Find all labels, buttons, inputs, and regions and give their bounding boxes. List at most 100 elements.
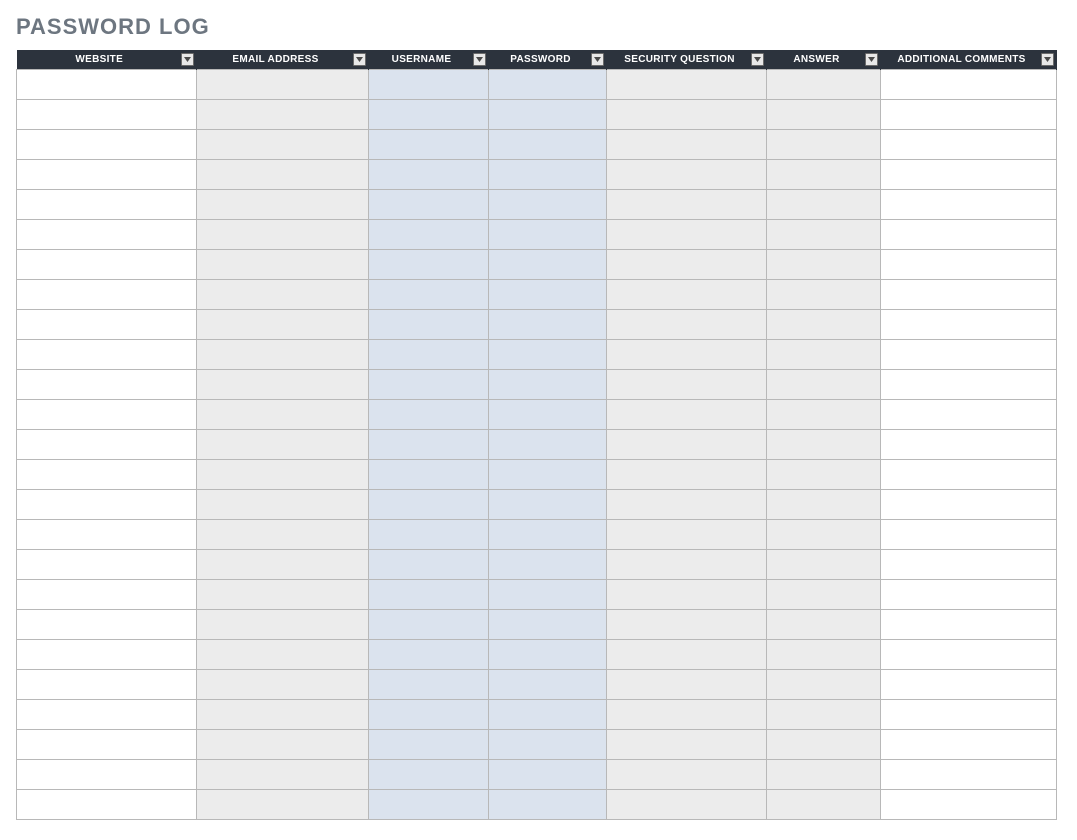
filter-dropdown-icon[interactable] [591, 53, 604, 66]
cell-website[interactable] [17, 309, 197, 339]
cell-secq[interactable] [607, 609, 767, 639]
cell-username[interactable] [369, 99, 489, 129]
cell-website[interactable] [17, 189, 197, 219]
cell-website[interactable] [17, 729, 197, 759]
cell-answer[interactable] [767, 339, 881, 369]
cell-username[interactable] [369, 369, 489, 399]
cell-answer[interactable] [767, 639, 881, 669]
cell-email[interactable] [197, 429, 369, 459]
cell-password[interactable] [489, 129, 607, 159]
cell-answer[interactable] [767, 789, 881, 819]
cell-website[interactable] [17, 69, 197, 99]
cell-username[interactable] [369, 669, 489, 699]
cell-username[interactable] [369, 699, 489, 729]
filter-dropdown-icon[interactable] [865, 53, 878, 66]
cell-comments[interactable] [881, 729, 1057, 759]
cell-email[interactable] [197, 579, 369, 609]
cell-username[interactable] [369, 639, 489, 669]
cell-comments[interactable] [881, 639, 1057, 669]
cell-answer[interactable] [767, 159, 881, 189]
cell-website[interactable] [17, 339, 197, 369]
cell-website[interactable] [17, 699, 197, 729]
cell-website[interactable] [17, 249, 197, 279]
cell-username[interactable] [369, 429, 489, 459]
cell-answer[interactable] [767, 459, 881, 489]
cell-email[interactable] [197, 99, 369, 129]
cell-username[interactable] [369, 579, 489, 609]
cell-comments[interactable] [881, 669, 1057, 699]
cell-secq[interactable] [607, 279, 767, 309]
cell-email[interactable] [197, 669, 369, 699]
cell-website[interactable] [17, 489, 197, 519]
cell-password[interactable] [489, 729, 607, 759]
cell-email[interactable] [197, 189, 369, 219]
cell-website[interactable] [17, 549, 197, 579]
cell-secq[interactable] [607, 219, 767, 249]
cell-comments[interactable] [881, 429, 1057, 459]
cell-email[interactable] [197, 399, 369, 429]
cell-password[interactable] [489, 429, 607, 459]
cell-secq[interactable] [607, 429, 767, 459]
cell-username[interactable] [369, 159, 489, 189]
cell-username[interactable] [369, 759, 489, 789]
cell-email[interactable] [197, 249, 369, 279]
cell-password[interactable] [489, 489, 607, 519]
cell-website[interactable] [17, 279, 197, 309]
cell-password[interactable] [489, 699, 607, 729]
cell-password[interactable] [489, 189, 607, 219]
cell-password[interactable] [489, 159, 607, 189]
cell-username[interactable] [369, 309, 489, 339]
cell-email[interactable] [197, 609, 369, 639]
cell-secq[interactable] [607, 729, 767, 759]
cell-comments[interactable] [881, 549, 1057, 579]
cell-password[interactable] [489, 399, 607, 429]
cell-password[interactable] [489, 759, 607, 789]
cell-secq[interactable] [607, 519, 767, 549]
cell-website[interactable] [17, 429, 197, 459]
cell-username[interactable] [369, 789, 489, 819]
cell-comments[interactable] [881, 399, 1057, 429]
cell-password[interactable] [489, 789, 607, 819]
cell-comments[interactable] [881, 309, 1057, 339]
cell-website[interactable] [17, 369, 197, 399]
cell-password[interactable] [489, 519, 607, 549]
cell-website[interactable] [17, 129, 197, 159]
cell-answer[interactable] [767, 219, 881, 249]
cell-website[interactable] [17, 639, 197, 669]
cell-email[interactable] [197, 459, 369, 489]
cell-secq[interactable] [607, 579, 767, 609]
cell-password[interactable] [489, 669, 607, 699]
cell-email[interactable] [197, 339, 369, 369]
cell-username[interactable] [369, 729, 489, 759]
cell-email[interactable] [197, 279, 369, 309]
cell-answer[interactable] [767, 699, 881, 729]
cell-website[interactable] [17, 519, 197, 549]
cell-website[interactable] [17, 399, 197, 429]
cell-secq[interactable] [607, 249, 767, 279]
cell-password[interactable] [489, 99, 607, 129]
cell-answer[interactable] [767, 669, 881, 699]
cell-secq[interactable] [607, 699, 767, 729]
cell-password[interactable] [489, 459, 607, 489]
cell-email[interactable] [197, 729, 369, 759]
cell-secq[interactable] [607, 99, 767, 129]
cell-answer[interactable] [767, 429, 881, 459]
cell-comments[interactable] [881, 189, 1057, 219]
cell-password[interactable] [489, 219, 607, 249]
cell-username[interactable] [369, 459, 489, 489]
cell-secq[interactable] [607, 459, 767, 489]
cell-email[interactable] [197, 69, 369, 99]
cell-secq[interactable] [607, 489, 767, 519]
cell-username[interactable] [369, 549, 489, 579]
cell-username[interactable] [369, 249, 489, 279]
cell-password[interactable] [489, 579, 607, 609]
cell-website[interactable] [17, 219, 197, 249]
cell-email[interactable] [197, 159, 369, 189]
cell-comments[interactable] [881, 69, 1057, 99]
cell-secq[interactable] [607, 159, 767, 189]
cell-password[interactable] [489, 279, 607, 309]
cell-password[interactable] [489, 249, 607, 279]
cell-secq[interactable] [607, 399, 767, 429]
cell-website[interactable] [17, 609, 197, 639]
filter-dropdown-icon[interactable] [473, 53, 486, 66]
